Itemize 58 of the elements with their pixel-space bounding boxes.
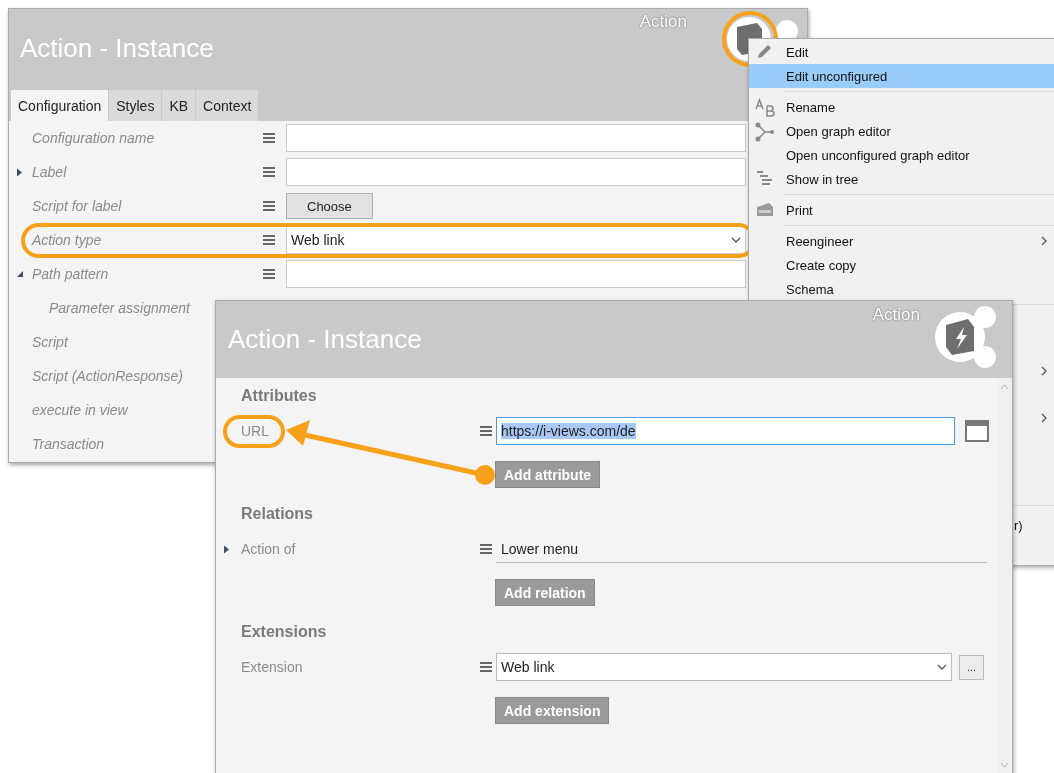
property-label: Path pattern	[32, 266, 109, 282]
url-field[interactable]: https://i-views.com/de	[496, 417, 955, 445]
more-button[interactable]: ...	[959, 654, 984, 680]
graph-icon	[755, 122, 775, 142]
tab[interactable]: Styles	[109, 90, 162, 121]
menu-item[interactable]: Edit	[749, 40, 1054, 64]
window-icon[interactable]	[965, 420, 989, 442]
property-label: Script for label	[32, 198, 122, 214]
menu-item[interactable]: Rename	[749, 95, 1054, 119]
menu-icon[interactable]	[478, 543, 494, 555]
property-label: Transaction	[32, 436, 105, 452]
tree-icon	[755, 170, 775, 188]
menu-icon[interactable]	[478, 425, 494, 437]
dropdown[interactable]: Web link	[286, 226, 746, 254]
choose-button[interactable]: Choose	[286, 193, 373, 219]
rename-icon	[755, 98, 777, 118]
text-field[interactable]	[286, 124, 746, 152]
menu-icon[interactable]	[263, 166, 275, 178]
menu-item[interactable]: Schema	[749, 277, 1054, 301]
menu-item[interactable]: Open unconfigured graph editor	[749, 143, 1054, 167]
menu-item[interactable]: r)	[1014, 517, 1023, 533]
property-label: Action of	[241, 541, 296, 557]
collapsed-triangle-icon[interactable]	[223, 544, 231, 554]
tab[interactable]: KB	[162, 90, 196, 121]
property-label: Script	[32, 334, 68, 350]
menu-item[interactable]: Reengineer	[749, 229, 1054, 253]
menu-icon[interactable]	[263, 268, 275, 280]
tab[interactable]: Context	[196, 90, 259, 121]
property-label: Action type	[32, 232, 102, 248]
chevron-down-icon	[731, 237, 741, 243]
property-label: Label	[32, 164, 67, 180]
property-label: Parameter assignment	[49, 300, 190, 316]
collapsed-triangle-icon[interactable]	[16, 167, 24, 177]
text-field[interactable]	[286, 158, 746, 186]
printer-icon	[755, 201, 775, 219]
expanded-triangle-icon[interactable]	[16, 270, 24, 278]
menu-icon[interactable]	[263, 132, 275, 144]
property-label: Configuration name	[32, 130, 155, 146]
property-label: Script (ActionResponse)	[32, 368, 183, 384]
menu-icon[interactable]	[478, 661, 494, 673]
menu-item[interactable]: Open graph editor	[749, 119, 1054, 143]
relation-value[interactable]: Lower menu	[496, 535, 987, 563]
property-label: execute in view	[32, 402, 128, 418]
tab[interactable]: Configuration	[11, 90, 109, 121]
section-heading: Extensions	[241, 622, 327, 642]
menu-icon[interactable]	[263, 200, 275, 212]
menu-item[interactable]: Edit unconfigured	[749, 64, 1054, 88]
menu-item[interactable]: Create copy	[749, 253, 1054, 277]
menu-icon[interactable]	[263, 234, 275, 246]
dropdown[interactable]: Web link	[496, 653, 952, 681]
text-field[interactable]	[286, 260, 746, 288]
property-label: URL	[241, 423, 269, 439]
chevron-down-icon	[937, 664, 947, 670]
section-heading: Attributes	[241, 386, 317, 406]
menu-item[interactable]: Show in tree	[749, 167, 1054, 191]
menu-item[interactable]: Print	[749, 198, 1054, 222]
property-label: Extension	[241, 659, 303, 675]
section-heading: Relations	[241, 504, 313, 524]
